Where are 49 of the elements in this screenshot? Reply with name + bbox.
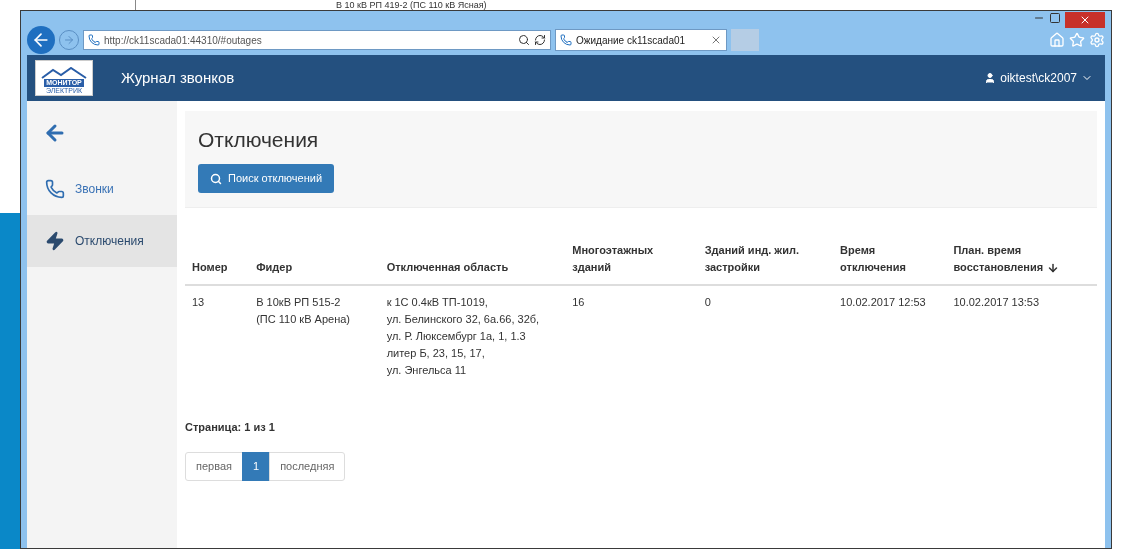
pagination-link[interactable]: последняя xyxy=(269,451,346,481)
url-text: http://ck11scada01:44310/#outages xyxy=(104,33,263,48)
search-outages-button[interactable]: Поиск отключений xyxy=(198,164,335,193)
app-title: Журнал звонков xyxy=(121,67,235,88)
maximize-icon[interactable] xyxy=(1049,12,1061,24)
table-cell: 0 xyxy=(704,296,711,308)
right-arrow-icon xyxy=(63,34,75,46)
search-icon[interactable] xyxy=(518,34,530,46)
column-header[interactable]: Отключенная область xyxy=(379,242,566,285)
sort-arrow-icon xyxy=(1047,262,1060,275)
table-cell: 10.02.2017 12:53 xyxy=(840,296,926,308)
close-icon xyxy=(1079,14,1091,26)
pagination-link[interactable]: 1 xyxy=(242,451,271,481)
mountain-logo-icon xyxy=(41,67,87,79)
table-cell: 10.02.2017 13:53 xyxy=(953,296,1040,308)
refresh-icon[interactable] xyxy=(534,34,546,46)
phone-icon xyxy=(560,34,572,46)
table-cell: В 10кВ РП 515-2 (ПС 110 кВ Арена) xyxy=(256,296,350,325)
home-icon[interactable] xyxy=(1049,32,1065,48)
settings-icon[interactable] xyxy=(1089,32,1105,48)
column-header[interactable]: Многоэтажных зданий xyxy=(565,242,698,285)
phone-icon xyxy=(88,34,100,46)
star-icon[interactable] xyxy=(1069,32,1085,48)
table-cell: к 1С 0.4кВ ТП-1019, ул. Белинского 32, 6а.66, 32б, ул. Р. Люксембург 1а, 1, 1.3 литер Б, 23, 15, 17, ул. Энгельса 11 xyxy=(386,296,540,376)
page-count: Страница: 1 из 1 xyxy=(185,420,276,435)
sidebar-label: Отключения xyxy=(75,233,144,250)
column-header[interactable]: Время отключения xyxy=(833,242,947,285)
sidebar-item[interactable]: Отключения xyxy=(27,215,177,267)
browser-tab[interactable]: Ожидание ck11scada01 xyxy=(555,29,727,51)
user-icon xyxy=(984,72,997,84)
column-header[interactable]: Номер xyxy=(185,242,250,285)
lightning-bolt-icon xyxy=(45,231,65,251)
address-bar[interactable]: http://ck11scada01:44310/#outages xyxy=(83,30,551,50)
table-cell: 13 xyxy=(192,296,205,308)
back-button[interactable] xyxy=(27,26,55,54)
phone-icon xyxy=(45,179,65,199)
table-cell: 16 xyxy=(572,296,585,308)
sidebar-item[interactable]: Звонки xyxy=(27,163,177,215)
user-menu[interactable]: oiktest\ck2007 xyxy=(984,69,1093,87)
column-header[interactable]: Зданий инд. жил. застройки xyxy=(697,242,834,285)
sidebar-label: Звонки xyxy=(75,181,114,198)
background-tree-item: В 10 кВ РП 419-2 (ПС 110 кВ Ясная) xyxy=(336,0,487,10)
search-icon xyxy=(210,172,222,185)
close-icon[interactable] xyxy=(710,34,722,46)
page-title: Отключения xyxy=(198,127,319,153)
tab-title: Ожидание ck11scada01 xyxy=(576,33,687,48)
pagination-link[interactable]: первая xyxy=(185,451,243,481)
column-header[interactable]: Фидер xyxy=(249,242,380,285)
column-header[interactable]: План. время восстановления xyxy=(946,242,1097,285)
